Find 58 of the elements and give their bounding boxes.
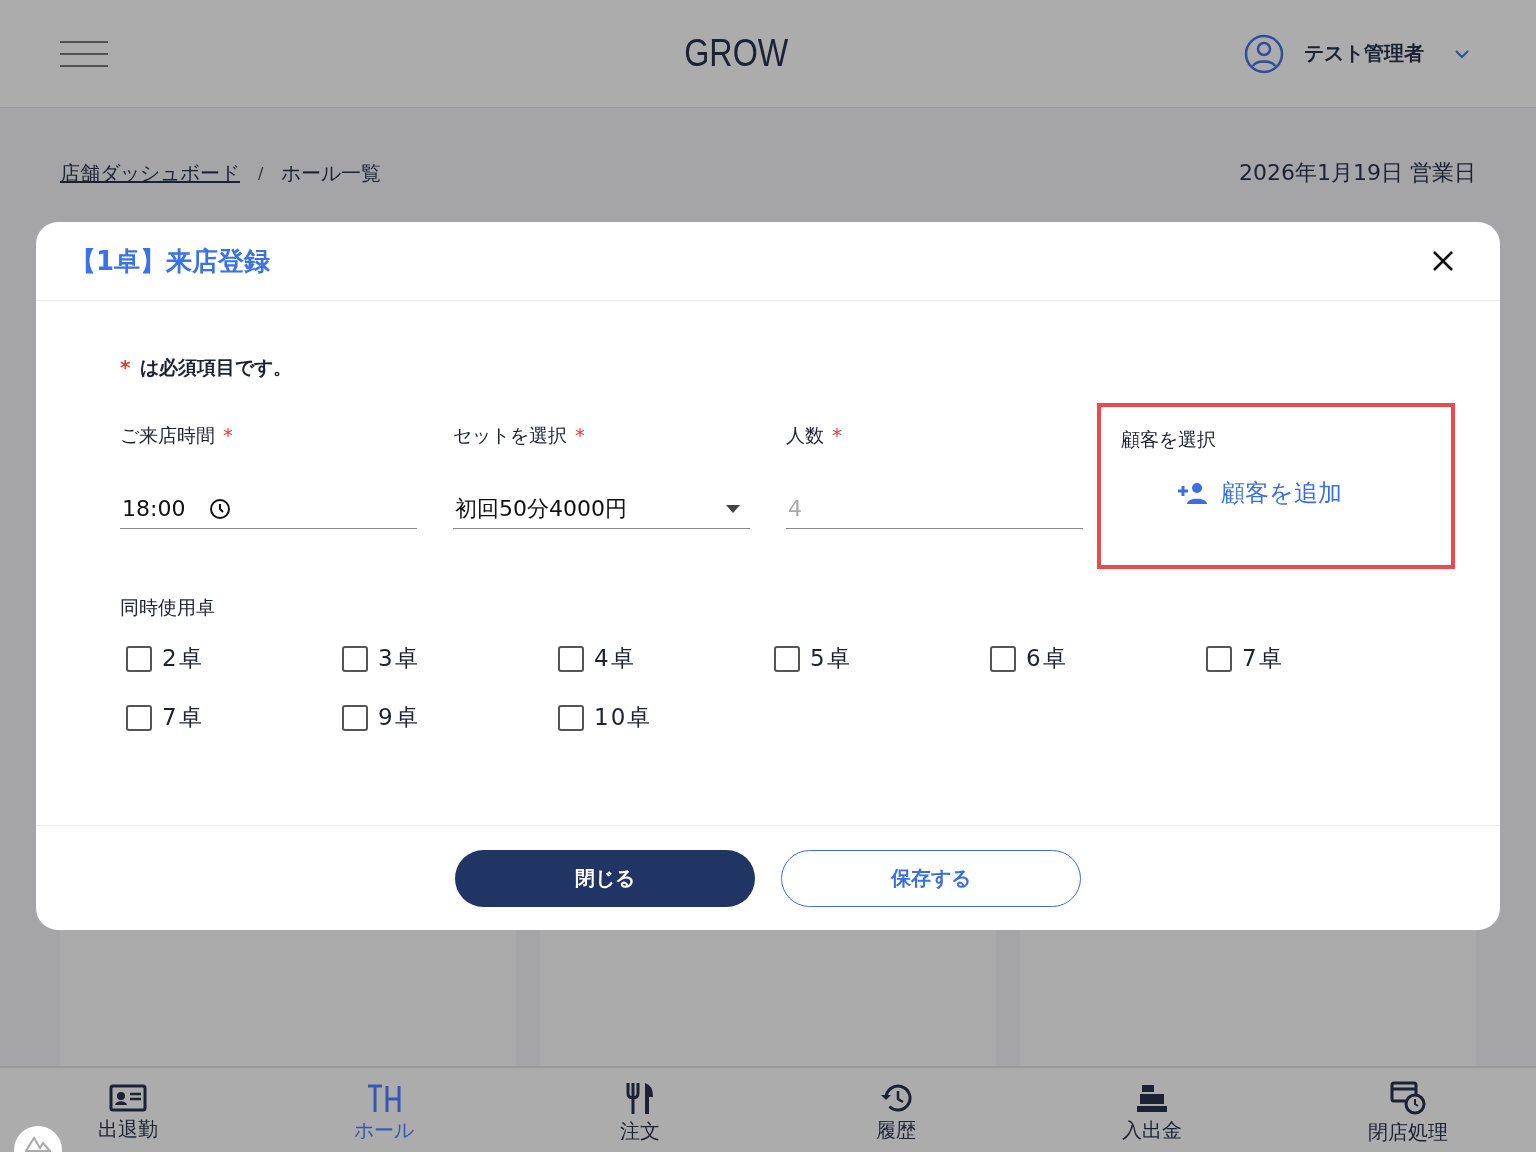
- checkbox-icon[interactable]: [342, 645, 368, 672]
- business-date: 2026年1月19日 営業日: [1239, 159, 1476, 187]
- caret-icon: [726, 504, 740, 513]
- cash-register-icon: [1136, 1082, 1168, 1113]
- checkbox-icon[interactable]: [126, 704, 152, 731]
- breadcrumb-link[interactable]: 店舗ダッシュボード: [60, 159, 240, 187]
- table-checkbox[interactable]: 2卓: [126, 643, 342, 674]
- checkbox-icon[interactable]: [342, 704, 368, 731]
- checkbox-icon[interactable]: [558, 645, 584, 672]
- clock-icon: [209, 497, 232, 520]
- required-note: は必須項目です。: [140, 355, 293, 380]
- add-customer-button[interactable]: 顧客を追加: [1177, 477, 1342, 509]
- app-title: GROW: [683, 32, 789, 75]
- chevron-down-icon[interactable]: [1454, 48, 1470, 59]
- field-label: セットを選択: [453, 423, 567, 448]
- checkbox-icon[interactable]: [1206, 645, 1232, 672]
- checkbox-icon[interactable]: [126, 645, 152, 672]
- history-icon: [880, 1082, 912, 1113]
- table-checkbox[interactable]: 10卓: [558, 702, 774, 733]
- breadcrumb-current: ホール一覧: [281, 159, 382, 187]
- checkbox-icon[interactable]: [774, 645, 800, 672]
- field-label: ご来店時間: [120, 423, 215, 448]
- table-checkbox[interactable]: 9卓: [342, 702, 558, 733]
- person-add-icon: [1177, 482, 1207, 504]
- close-icon[interactable]: [1432, 250, 1454, 272]
- nav-tab[interactable]: 注文: [512, 1068, 768, 1152]
- id-card-icon: [109, 1083, 147, 1112]
- table-checkbox[interactable]: 7卓: [126, 702, 342, 733]
- checkbox-icon[interactable]: [558, 704, 584, 731]
- required-mark: *: [120, 355, 131, 379]
- checkbox-icon[interactable]: [990, 645, 1016, 672]
- required-mark: *: [223, 423, 233, 447]
- table-checkbox[interactable]: 3卓: [342, 643, 558, 674]
- fork-knife-icon: [625, 1081, 655, 1114]
- required-mark: *: [575, 423, 585, 447]
- nav-tab[interactable]: 入出金: [1024, 1068, 1280, 1152]
- mountain-logo-icon: [25, 1136, 51, 1152]
- table-checkbox[interactable]: 7卓: [1206, 643, 1422, 674]
- table-checkbox[interactable]: 6卓: [990, 643, 1206, 674]
- field-label: 人数: [786, 423, 824, 448]
- user-name[interactable]: テスト管理者: [1304, 40, 1424, 67]
- nav-tab[interactable]: 出退勤: [0, 1068, 256, 1152]
- nav-tab[interactable]: 履歴: [768, 1068, 1024, 1152]
- section-label: 同時使用卓: [120, 595, 216, 620]
- nav-tab[interactable]: 閉店処理: [1280, 1068, 1536, 1152]
- required-mark: *: [832, 423, 842, 447]
- table-checkbox[interactable]: 4卓: [558, 643, 774, 674]
- close-button[interactable]: 閉じる: [455, 850, 755, 907]
- menu-icon[interactable]: [60, 40, 108, 67]
- table-checkbox[interactable]: 5卓: [774, 643, 990, 674]
- dialog-title: 【1卓】来店登録: [70, 244, 271, 278]
- field-label: 顧客を選択: [1121, 427, 1216, 452]
- user-icon[interactable]: [1244, 33, 1284, 74]
- save-button[interactable]: 保存する: [781, 850, 1081, 907]
- time-field[interactable]: 18:00: [120, 489, 417, 529]
- breadcrumb-separator: /: [258, 163, 264, 183]
- register-clock-icon: [1390, 1080, 1426, 1115]
- set-select[interactable]: 初回50分4000円: [453, 489, 750, 529]
